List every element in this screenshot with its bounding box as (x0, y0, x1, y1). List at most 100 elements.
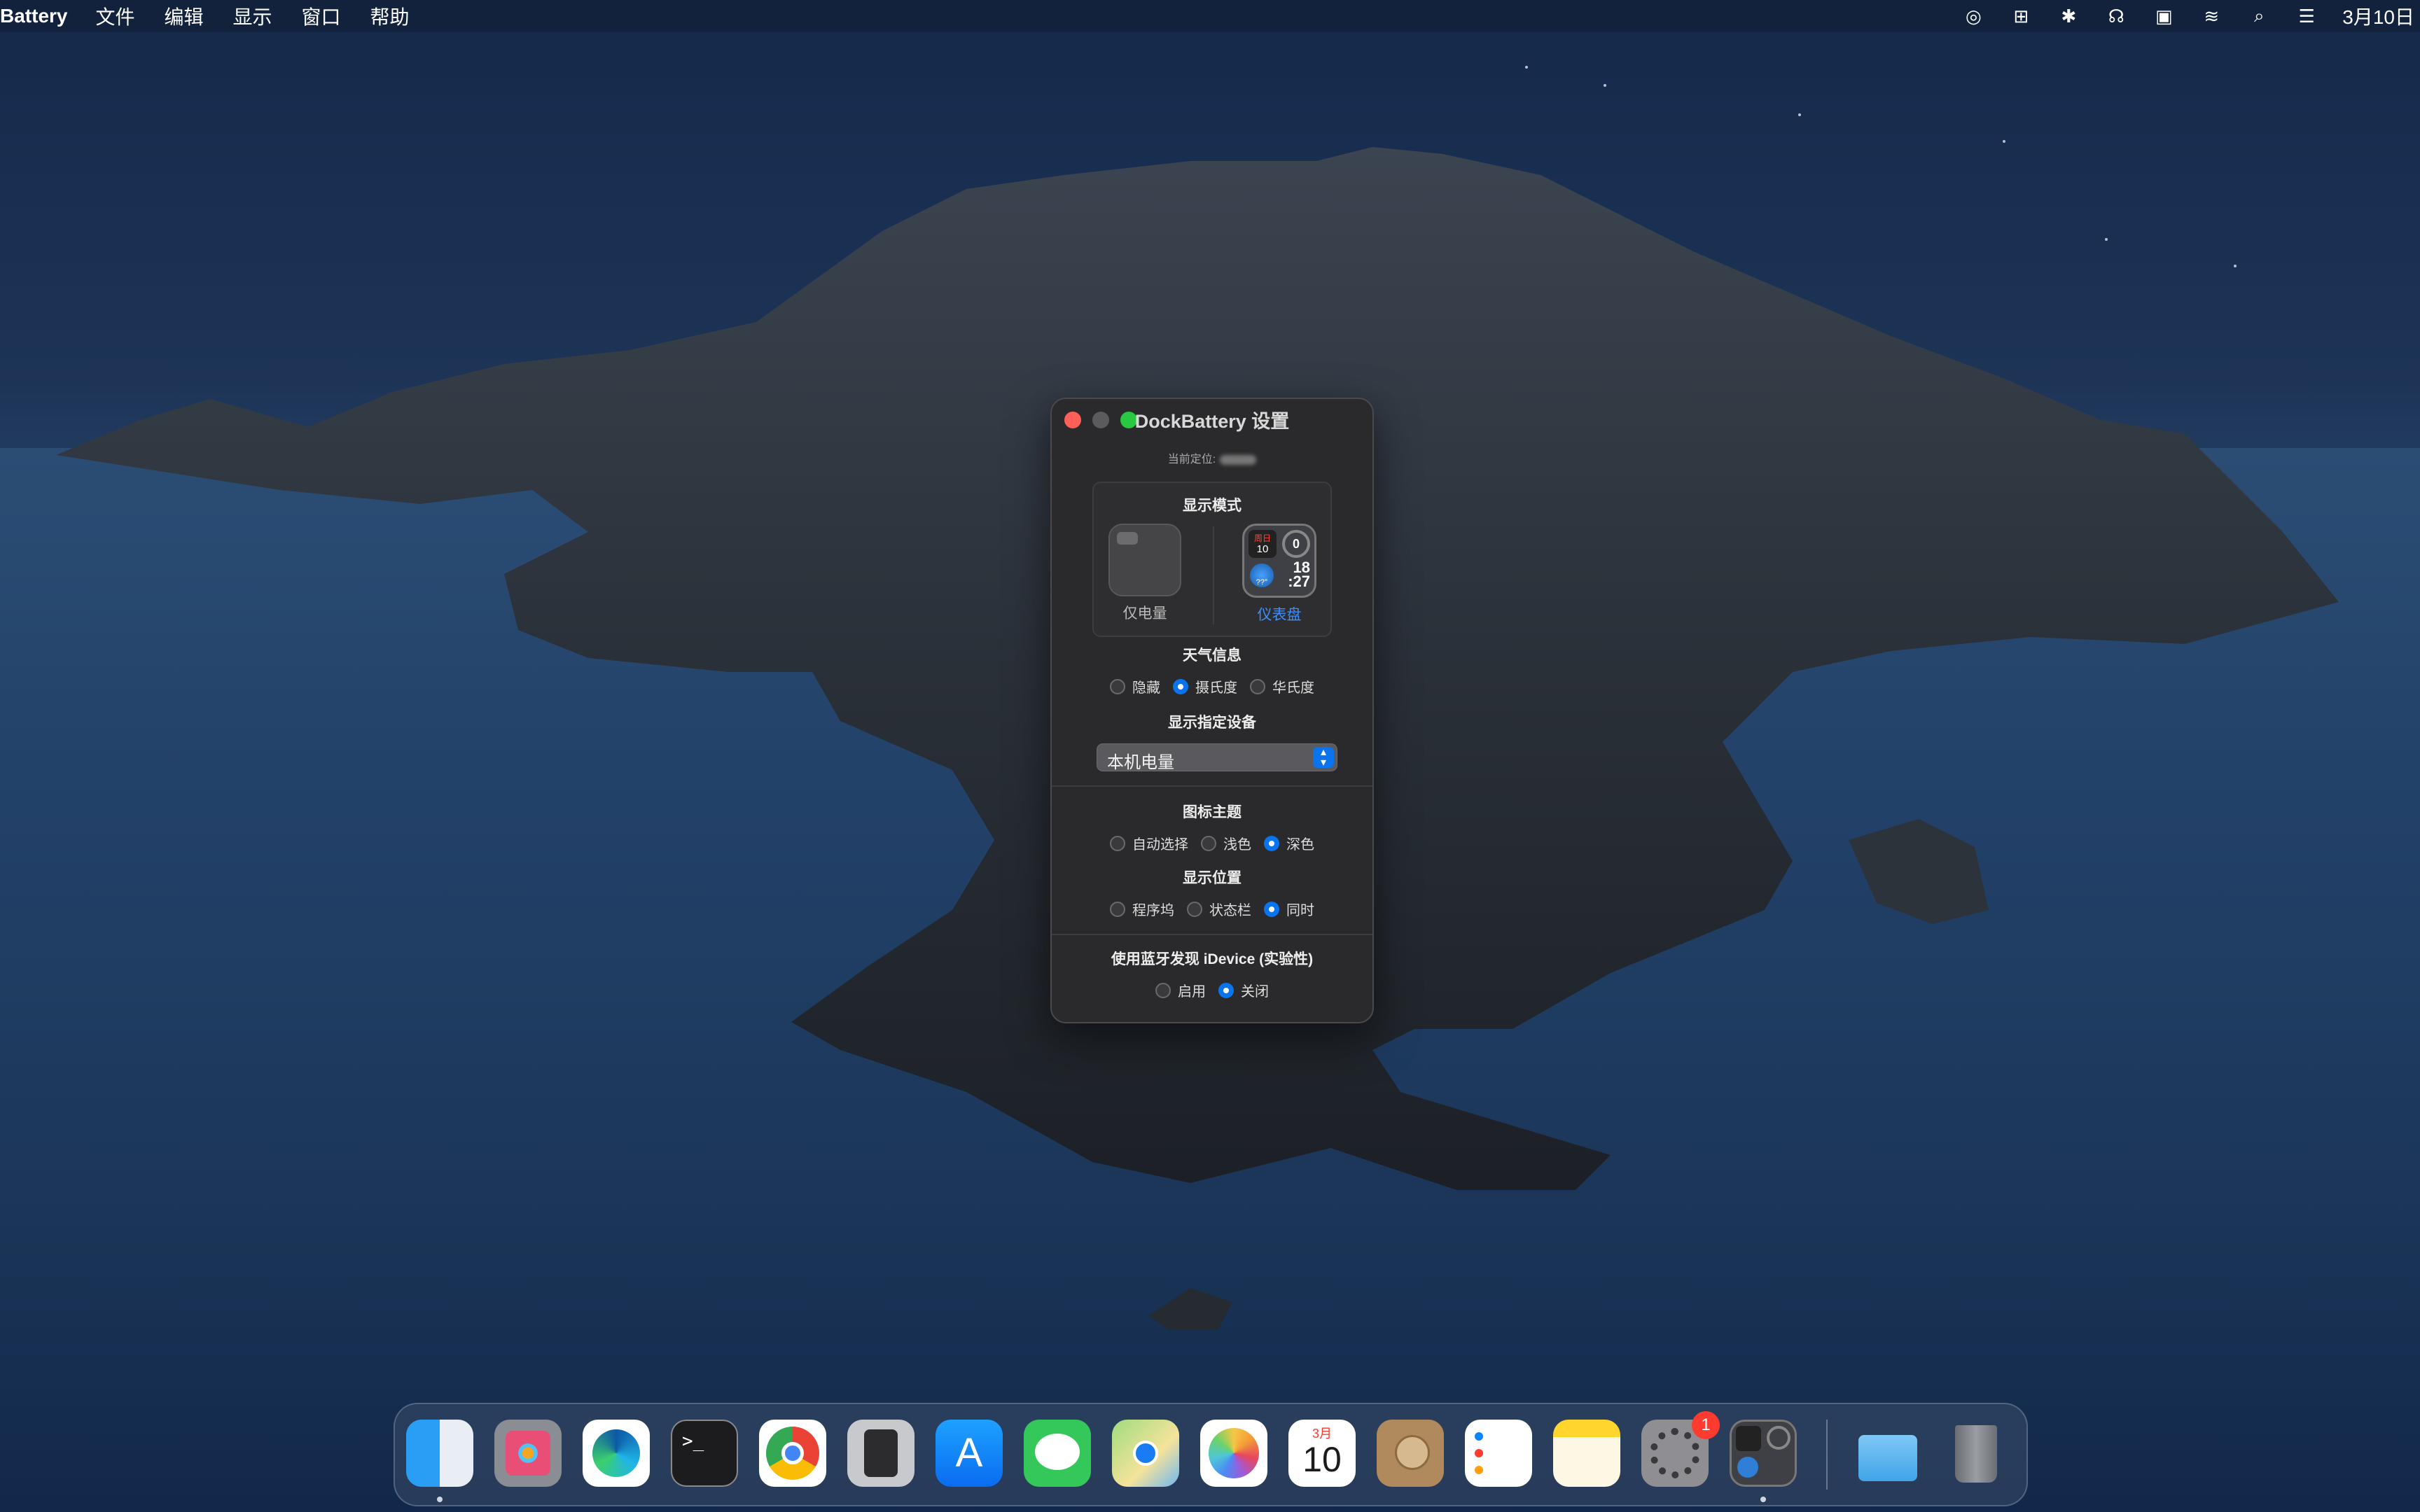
headphones-icon[interactable]: ☊ (2104, 4, 2128, 28)
folder-icon[interactable] (1854, 1420, 1921, 1487)
location-label: 当前定位: (1167, 454, 1216, 465)
control-center-icon[interactable]: ☰ (2295, 4, 2318, 28)
position-statusbar-radio[interactable]: 状态栏 (1187, 899, 1251, 919)
notes-icon[interactable] (1553, 1420, 1620, 1487)
terminal-icon[interactable]: >_ (671, 1420, 738, 1487)
mode-battery-only[interactable]: 仅电量 (1106, 524, 1183, 623)
app-store-icon[interactable]: A (936, 1420, 1003, 1487)
weather-hide-radio[interactable]: 隐藏 (1110, 676, 1160, 696)
display-mode-group: 显示模式 仅电量 周日 10 0 ??° 18:27 仪表盘 (1092, 482, 1332, 637)
device-select[interactable]: 本机电量 ▴ ▾ (1097, 743, 1337, 772)
search-icon[interactable]: ⌕ (2247, 4, 2271, 28)
wifi-icon[interactable]: ≋ (2199, 4, 2223, 28)
theme-light-radio[interactable]: 浅色 (1201, 833, 1251, 853)
messages-icon[interactable] (1024, 1420, 1091, 1487)
weather-heading: 天气信息 (1183, 648, 1242, 664)
position-heading: 显示位置 (1183, 870, 1242, 886)
dockbattery-icon[interactable] (1730, 1420, 1797, 1487)
theme-section: 图标主题 自动选择 浅色 深色 (1052, 801, 1372, 853)
photos-icon[interactable] (1200, 1420, 1267, 1487)
radio-label: 自动选择 (1132, 837, 1188, 853)
launchpad-icon[interactable] (494, 1420, 562, 1487)
radio-indicator (1187, 901, 1202, 917)
position-dock-radio[interactable]: 程序坞 (1110, 899, 1174, 919)
bluetooth-section: 使用蓝牙发现 iDevice (实验性) 启用 关闭 (1052, 948, 1372, 1000)
weather-fahrenheit-radio[interactable]: 华氏度 (1250, 676, 1314, 696)
calendar-icon[interactable]: 3月 10 (1288, 1420, 1356, 1487)
widget-temp: ??° (1256, 578, 1268, 587)
dashboard-widget-icon: 周日 10 0 ??° 18 :27 (1242, 524, 1316, 598)
status-ring-icon[interactable]: ◎ (1961, 4, 1985, 28)
chrome-icon[interactable] (759, 1420, 826, 1487)
maps-icon[interactable] (1112, 1420, 1179, 1487)
radio-label: 华氏度 (1272, 680, 1314, 696)
notification-badge: 1 (1692, 1411, 1720, 1439)
bluetooth-off-radio[interactable]: 关闭 (1218, 980, 1269, 1000)
menu-window[interactable]: 窗口 (302, 2, 341, 30)
divider (1052, 934, 1372, 935)
location-value-blurred (1220, 454, 1257, 465)
radio-label: 隐藏 (1132, 680, 1160, 696)
theme-auto-radio[interactable]: 自动选择 (1110, 833, 1188, 853)
radio-indicator (1110, 901, 1125, 917)
weather-section: 天气信息 隐藏 摄氏度 华氏度 (1052, 644, 1372, 696)
radio-label: 程序坞 (1132, 903, 1174, 918)
menu-help[interactable]: 帮助 (370, 2, 410, 30)
device-heading: 显示指定设备 (1168, 715, 1256, 731)
battery-icon (1108, 524, 1181, 596)
input-method-icon[interactable]: ⊞ (2009, 4, 2033, 28)
divider (1052, 785, 1372, 787)
device-section: 显示指定设备 (1052, 711, 1372, 732)
reminders-icon[interactable] (1465, 1420, 1532, 1487)
location-row: 当前定位: (1052, 449, 1372, 466)
settings-window: DockBattery 设置 当前定位: 显示模式 仅电量 周日 10 0 ??… (1050, 398, 1374, 1023)
calculator-icon[interactable] (847, 1420, 915, 1487)
trash-icon[interactable] (1942, 1420, 2010, 1487)
widget-minute: :27 (1288, 573, 1310, 590)
edge-browser-icon[interactable] (583, 1420, 650, 1487)
contacts-icon[interactable] (1377, 1420, 1444, 1487)
title-bar[interactable]: DockBattery 设置 (1052, 399, 1372, 437)
radio-label: 同时 (1286, 903, 1314, 918)
finder-icon[interactable] (406, 1420, 473, 1487)
widget-ring-value: 0 (1292, 537, 1300, 551)
radio-label: 摄氏度 (1195, 680, 1237, 696)
position-both-radio[interactable]: 同时 (1264, 899, 1314, 919)
radio-indicator (1201, 835, 1216, 851)
position-section: 显示位置 程序坞 状态栏 同时 (1052, 867, 1372, 919)
bluetooth-icon[interactable]: ✱ (2057, 4, 2080, 28)
menu-bar: Battery 文件 编辑 显示 窗口 帮助 ◎ ⊞ ✱ ☊ ▣ ≋ ⌕ ☰ 3… (0, 0, 2420, 32)
menu-file[interactable]: 文件 (95, 2, 134, 30)
radio-label: 状态栏 (1209, 903, 1251, 918)
radio-label: 启用 (1178, 984, 1206, 1000)
app-status-icon[interactable]: ▣ (2152, 4, 2176, 28)
dock: >_ A 3月 10 1 (394, 1403, 2028, 1506)
radio-label: 关闭 (1241, 984, 1269, 1000)
radio-indicator (1173, 678, 1188, 694)
menu-view[interactable]: 显示 (233, 2, 272, 30)
bluetooth-enable-radio[interactable]: 启用 (1155, 980, 1206, 1000)
widget-day: 周日 (1253, 533, 1271, 543)
running-indicator (1760, 1497, 1766, 1502)
device-select-value: 本机电量 (1107, 753, 1174, 772)
running-indicator (437, 1497, 443, 1502)
radio-indicator (1250, 678, 1265, 694)
menu-edit[interactable]: 编辑 (165, 2, 204, 30)
theme-dark-radio[interactable]: 深色 (1264, 833, 1314, 853)
radio-indicator (1218, 982, 1234, 998)
radio-label: 浅色 (1223, 837, 1251, 853)
radio-indicator (1110, 678, 1125, 694)
weather-celsius-radio[interactable]: 摄氏度 (1173, 676, 1237, 696)
mode-battery-only-label: 仅电量 (1122, 606, 1167, 622)
app-menu[interactable]: Battery (0, 5, 67, 27)
display-mode-heading: 显示模式 (1183, 498, 1242, 514)
chevron-updown-icon: ▴ ▾ (1313, 747, 1334, 769)
mode-dashboard-label: 仪表盘 (1257, 607, 1302, 623)
menu-clock[interactable]: 3月10日 (2342, 2, 2414, 30)
mode-dashboard[interactable]: 周日 10 0 ??° 18 :27 仪表盘 (1241, 524, 1318, 624)
theme-heading: 图标主题 (1183, 804, 1242, 820)
radio-indicator (1264, 835, 1279, 851)
bluetooth-heading: 使用蓝牙发现 iDevice (实验性) (1111, 951, 1314, 967)
calendar-day: 10 (1302, 1440, 1342, 1479)
radio-indicator (1264, 901, 1279, 917)
